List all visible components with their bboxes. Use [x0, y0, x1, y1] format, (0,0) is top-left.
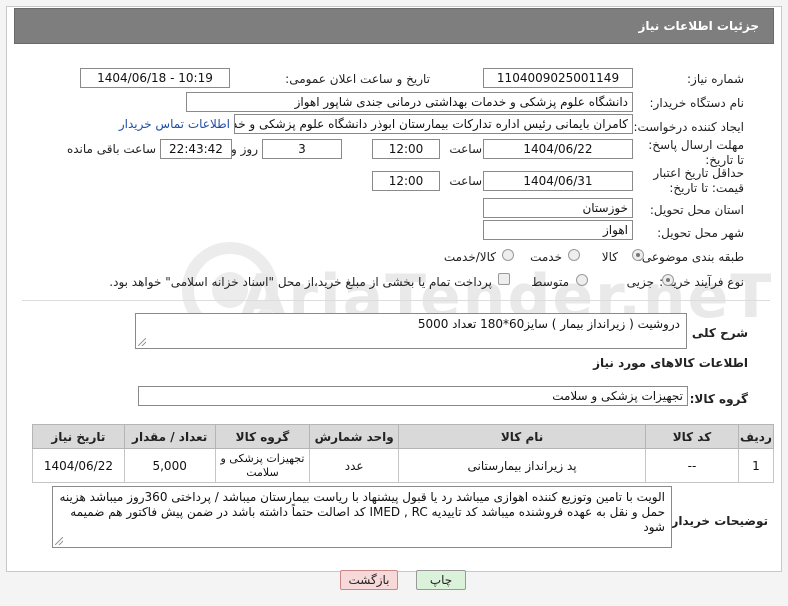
back-button[interactable]: بازگشت	[340, 570, 398, 590]
remaining-label: ساعت باقی مانده	[66, 142, 156, 156]
col-header-date: تاریخ نیاز	[32, 424, 125, 449]
process-option-minor: جزیی	[626, 275, 654, 289]
price-time-field: 12:00	[372, 171, 440, 191]
buyer-notes-label: توضیحات خریدار:	[666, 514, 768, 528]
price-time-label: ساعت	[449, 174, 482, 188]
city-label: شهر محل تحویل:	[657, 226, 744, 240]
cell-group: تجهیزات پزشکی و سلامت	[214, 448, 311, 483]
col-header-name: نام کالا	[398, 424, 647, 449]
buyer-notes-text: الویت با تامین وتوزیع کننده اهوازی میباش…	[59, 490, 666, 534]
buyer-notes-textarea[interactable]: الویت با تامین وتوزیع کننده اهوازی میباش…	[52, 486, 672, 548]
description-textarea[interactable]: دروشیت ( زیرانداز بیمار ) سایز60*180 تعد…	[135, 313, 687, 349]
goods-group-field: تجهیزات پزشکی و سلامت	[138, 386, 688, 406]
need-number-label: شماره نیاز:	[687, 72, 744, 86]
process-radio-minor[interactable]	[662, 274, 674, 286]
col-header-quantity: تعداد / مقدار	[123, 424, 216, 449]
resize-handle-icon[interactable]	[138, 338, 146, 346]
cell-date: 1404/06/22	[32, 448, 125, 483]
remaining-time-field: 22:43:42	[160, 139, 232, 159]
category-option-service: خدمت	[530, 250, 562, 264]
need-number-field: 1104009025001149	[483, 68, 633, 88]
announce-datetime-field: 1404/06/18 - 10:19	[80, 68, 230, 88]
buyer-contact-link[interactable]: اطلاعات تماس خریدار	[119, 117, 230, 131]
cell-quantity: 5,000	[123, 448, 216, 483]
requester-field: کامران بایمانی رئیس اداره تدارکات بیمارس…	[234, 114, 633, 134]
province-label: استان محل تحویل:	[649, 203, 744, 217]
cell-row-number: 1	[737, 448, 775, 483]
col-header-unit: واحد شمارش	[309, 424, 400, 449]
category-option-goods-service: کالا/خدمت	[443, 250, 496, 264]
reply-time-label: ساعت	[449, 142, 482, 156]
col-header-code: کد کالا	[645, 424, 739, 449]
print-button[interactable]: چاپ	[416, 570, 466, 590]
city-field: اهواز	[483, 220, 633, 240]
goods-table-header-row: ردیف کد کالا نام کالا واحد شمارش گروه کا…	[32, 424, 775, 449]
announce-label: تاریخ و ساعت اعلان عمومی:	[285, 72, 430, 86]
process-radio-medium[interactable]	[576, 274, 588, 286]
divider	[22, 300, 770, 301]
page-title: جزئیات اطلاعات نیاز	[14, 8, 774, 44]
treasury-payment-checkbox[interactable]	[498, 273, 510, 285]
category-radio-service[interactable]	[568, 249, 580, 261]
payment-note: پرداخت تمام یا بخشی از مبلغ خرید،از محل …	[109, 275, 492, 289]
cell-name: پد زیرانداز بیمارستانی	[398, 448, 647, 483]
reply-time-field: 12:00	[372, 139, 440, 159]
table-row[interactable]: 1 -- پد زیرانداز بیمارستانی عدد تجهیزات …	[32, 448, 775, 483]
category-label: طبقه بندی موضوعی:	[637, 250, 744, 264]
price-date-field: 1404/06/31	[483, 171, 633, 191]
price-validity-label: حداقل تاریخ اعتبار قیمت: تا تاریخ:	[653, 166, 744, 195]
col-header-row: ردیف	[737, 424, 775, 449]
category-radio-goods-service[interactable]	[502, 249, 514, 261]
process-option-medium: متوسط	[531, 275, 569, 289]
description-text: دروشیت ( زیرانداز بیمار ) سایز60*180 تعد…	[417, 317, 680, 331]
cell-code: --	[645, 448, 739, 483]
requester-label: ایجاد کننده درخواست:	[633, 120, 744, 134]
buyer-org-label: نام دستگاه خریدار:	[649, 96, 745, 110]
reply-deadline-label: مهلت ارسال پاسخ: تا تاریخ:	[648, 138, 744, 167]
reply-date-field: 1404/06/22	[483, 139, 633, 159]
category-radio-goods[interactable]	[632, 249, 644, 261]
days-label: روز و	[231, 142, 258, 156]
resize-handle-icon[interactable]	[55, 537, 63, 545]
buyer-org-field: دانشگاه علوم پزشکی و خدمات بهداشتی درمان…	[186, 92, 633, 112]
days-count-field: 3	[262, 139, 342, 159]
goods-table: ردیف کد کالا نام کالا واحد شمارش گروه کا…	[32, 424, 775, 483]
cell-unit: عدد	[309, 448, 400, 483]
goods-group-label: گروه کالا:	[689, 392, 748, 406]
col-header-group: گروه کالا	[214, 424, 311, 449]
goods-section-title: اطلاعات کالاهای مورد نیاز	[593, 356, 748, 370]
province-field: خوزستان	[483, 198, 633, 218]
category-option-goods: کالا	[601, 250, 618, 264]
